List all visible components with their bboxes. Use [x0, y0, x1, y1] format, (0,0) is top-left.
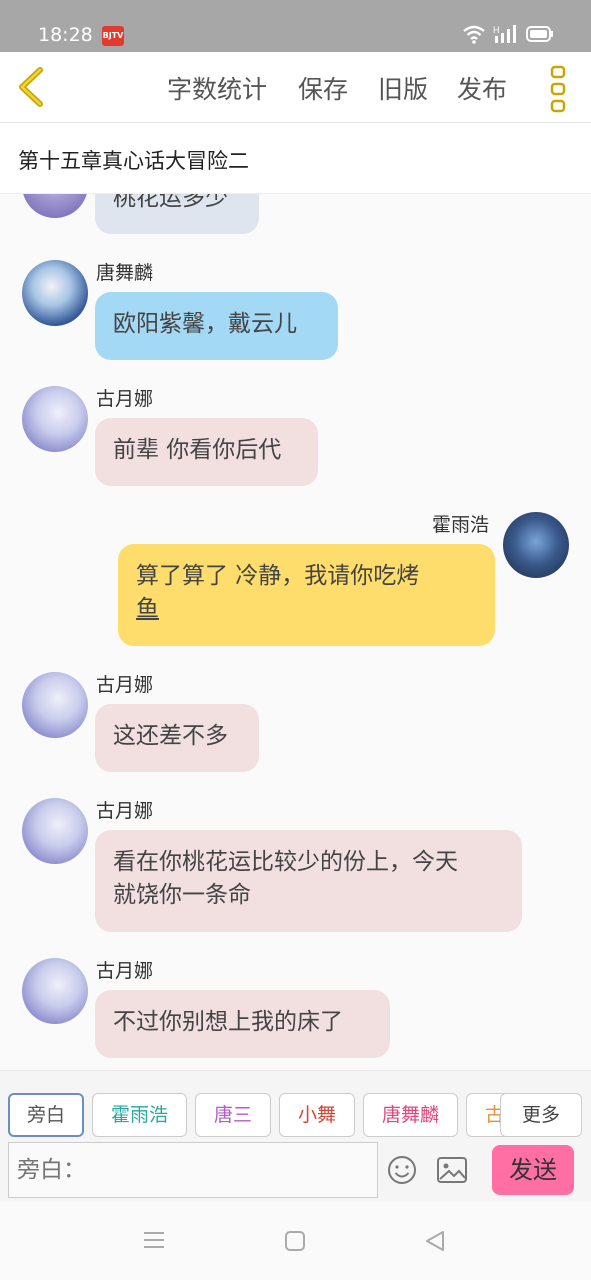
wifi-icon [463, 25, 485, 44]
speaker-name: 霍雨浩 [432, 514, 490, 536]
app-notification-icon: BJTV [102, 26, 124, 46]
avatar[interactable] [22, 194, 88, 218]
home-icon[interactable] [284, 1230, 306, 1252]
emoji-icon[interactable] [386, 1154, 418, 1186]
publish-button[interactable]: 发布 [457, 70, 507, 106]
chip-label: 旁白 [26, 1104, 65, 1126]
image-icon[interactable] [436, 1156, 468, 1184]
message-bubble[interactable]: 这还差不多 [95, 704, 259, 772]
speaker-name: 唐舞麟 [96, 262, 154, 284]
chip-label: 霍雨浩 [110, 1104, 168, 1126]
avatar[interactable] [22, 958, 88, 1024]
message-bubble[interactable]: 不过你别想上我的床了 [95, 990, 390, 1058]
back-icon[interactable] [424, 1230, 446, 1252]
message-line: 算了算了 冷静，我请你吃烤 [136, 563, 420, 589]
speaker-name: 古月娜 [96, 800, 154, 822]
status-bar: 18:28 BJTV H [0, 0, 591, 52]
signal-icon: H [493, 25, 516, 43]
message-bubble[interactable]: 欧阳紫馨，戴云儿 [95, 292, 338, 360]
editor-toolbar: 字数统计 保存 旧版 发布 [0, 52, 591, 123]
speaker-name: 古月娜 [96, 674, 154, 696]
chip-label: 小舞 [297, 1104, 336, 1126]
speaker-name: 古月娜 [96, 960, 154, 982]
chip-label: 更多 [521, 1104, 560, 1126]
chip-character[interactable]: 唐舞麟 [363, 1093, 458, 1137]
more-menu-icon[interactable] [549, 64, 569, 114]
save-button[interactable]: 保存 [298, 70, 348, 106]
avatar[interactable] [22, 798, 88, 864]
status-time: 18:28 [38, 24, 93, 46]
chip-label: 唐三 [213, 1104, 252, 1126]
more-characters-button[interactable]: 更多 [500, 1093, 582, 1137]
composer: 发送 [0, 1142, 591, 1202]
chip-label: 唐舞麟 [381, 1104, 439, 1126]
speaker-name: 古月娜 [96, 388, 154, 410]
message-bubble[interactable]: 看在你桃花运比较少的份上，今天 就饶你一条命 [95, 830, 522, 932]
message-line: 看在你桃花运比较少的份上，今天 [113, 849, 458, 875]
word-count-button[interactable]: 字数统计 [167, 70, 267, 106]
message-bubble[interactable]: 桃花运多少 [95, 194, 259, 234]
chapter-header: 第十五章真心话大冒险二 [0, 123, 591, 194]
message-bubble[interactable]: 前辈 你看你后代 [95, 418, 318, 486]
back-chevron-icon[interactable] [14, 66, 50, 108]
avatar[interactable] [22, 672, 88, 738]
chip-character[interactable]: 唐三 [195, 1093, 271, 1137]
send-button[interactable]: 发送 [492, 1145, 574, 1195]
avatar[interactable] [503, 512, 569, 578]
old-version-button[interactable]: 旧版 [378, 70, 428, 106]
chapter-title[interactable]: 第十五章真心话大冒险二 [18, 145, 249, 175]
message-bubble[interactable]: 算了算了 冷静，我请你吃烤 鱼 [118, 544, 495, 646]
menu-icon[interactable] [143, 1230, 165, 1250]
chip-narration[interactable]: 旁白 [8, 1093, 84, 1137]
avatar[interactable] [22, 386, 88, 452]
svg-text:H: H [493, 25, 500, 35]
battery-icon [526, 26, 553, 42]
avatar[interactable] [22, 260, 88, 326]
character-selector: 旁白 霍雨浩 唐三 小舞 唐舞麟 古 更多 [0, 1070, 591, 1143]
system-nav-bar [0, 1202, 591, 1280]
chip-character[interactable]: 小舞 [279, 1093, 355, 1137]
chat-list[interactable]: 桃花运多少 唐舞麟 欧阳紫馨，戴云儿 古月娜 前辈 你看你后代 霍雨浩 算了算了… [0, 194, 591, 1070]
message-line: 鱼 [136, 596, 159, 622]
chip-character[interactable]: 霍雨浩 [92, 1093, 187, 1137]
message-line: 就饶你一条命 [113, 882, 251, 908]
message-input[interactable] [8, 1142, 378, 1198]
